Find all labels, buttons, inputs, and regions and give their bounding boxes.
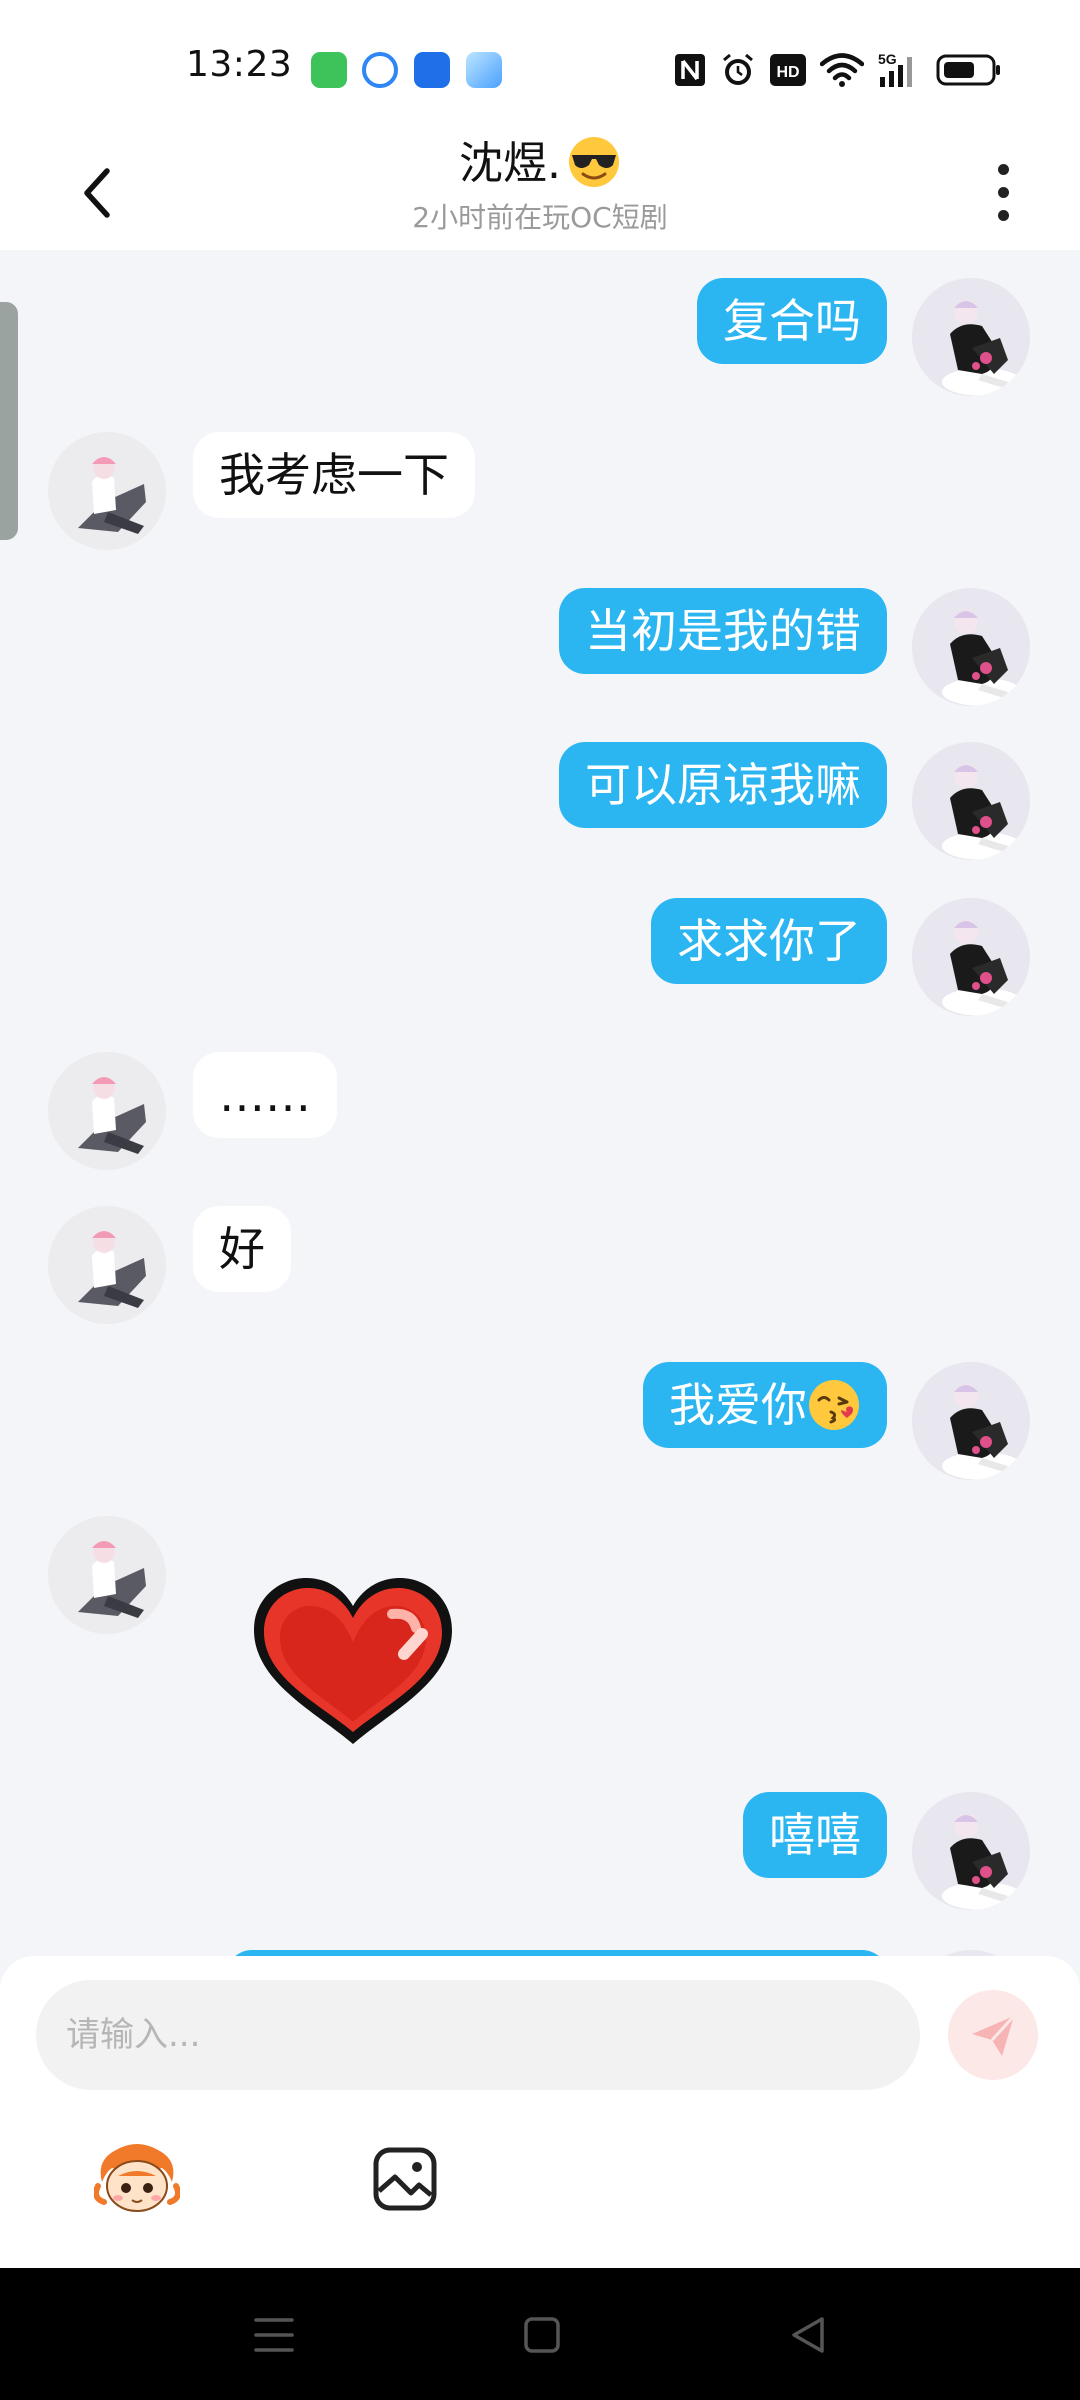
status-bar: 13:23 HD 5G (0, 0, 1080, 130)
travel-app-icon (466, 52, 502, 88)
contact-avatar[interactable] (48, 432, 166, 550)
menu-lines-icon (254, 2318, 294, 2352)
hd-label: HD (776, 64, 799, 81)
5g-signal-icon: 5G (878, 51, 912, 87)
contact-avatar[interactable] (48, 1516, 166, 1634)
more-dot (997, 163, 1009, 175)
my-avatar[interactable] (912, 1362, 1030, 1480)
my-avatar[interactable] (912, 1792, 1030, 1910)
paper-plane-icon (972, 2014, 1016, 2056)
message-bubble-outgoing[interactable]: 求求你了 (651, 898, 887, 984)
more-dot (997, 209, 1009, 221)
message-bubble-outgoing[interactable]: 嘻嘻 (743, 1792, 887, 1878)
message-bubble-incoming[interactable]: 好 (193, 1206, 291, 1292)
status-time: 13:23 (186, 44, 293, 85)
status-icons: HD 5G (674, 48, 1002, 92)
system-navigation-bar (0, 2268, 1080, 2400)
scroll-handle[interactable] (0, 302, 18, 540)
message-bubble-outgoing[interactable]: 可以原谅我嘛 (559, 742, 887, 828)
network-label: 5G (878, 51, 897, 67)
recent-apps-button[interactable] (244, 2308, 304, 2362)
messages-icon (311, 52, 347, 88)
message-bubble-outgoing[interactable]: 当初是我的错 (559, 588, 887, 674)
contact-avatar[interactable] (48, 1052, 166, 1170)
message-input[interactable] (36, 1980, 920, 2090)
message-bubble-incoming[interactable]: …… (193, 1052, 337, 1138)
nfc-icon (675, 54, 705, 86)
hd-icon: HD (770, 54, 806, 86)
chat-subtitle: 2小时前在玩OC短剧 (412, 201, 668, 234)
message-bubble-outgoing[interactable]: 复合吗 (697, 278, 887, 364)
more-options-button[interactable] (978, 152, 1028, 232)
square-home-icon (524, 2317, 560, 2353)
red-heart-sticker[interactable] (246, 1572, 460, 1754)
cartoon-face-icon (94, 2144, 180, 2212)
home-button[interactable] (512, 2308, 572, 2362)
chat-header: 沈煜. 2小时前在玩OC短剧 (0, 130, 1080, 250)
tencent-map-icon (362, 52, 398, 88)
message-text: 我爱你 (669, 1378, 807, 1432)
image-picker-button[interactable] (360, 2134, 450, 2224)
message-bubble-incoming[interactable]: 我考虑一下 (193, 432, 475, 518)
contact-avatar[interactable] (48, 1206, 166, 1324)
message-bubble-outgoing[interactable]: 我爱你 (643, 1362, 887, 1448)
more-dot (997, 186, 1009, 198)
messenger-app-icon (414, 52, 450, 88)
my-avatar[interactable] (912, 742, 1030, 860)
image-icon (373, 2147, 437, 2211)
system-back-button[interactable] (778, 2308, 838, 2362)
my-avatar[interactable] (912, 588, 1030, 706)
kissing-face-icon (809, 1379, 859, 1430)
input-panel (0, 1956, 1080, 2268)
chat-title-text: 沈煜. (459, 138, 561, 189)
send-button[interactable] (948, 1990, 1038, 2080)
title-block: 沈煜. 2小时前在玩OC短剧 (0, 130, 1080, 236)
battery-icon (936, 54, 1000, 86)
triangle-back-icon (792, 2317, 824, 2353)
smiling-face-with-sunglasses-icon (569, 137, 619, 187)
emoji-sticker-button[interactable] (92, 2134, 182, 2224)
alarm-icon (723, 53, 753, 85)
my-avatar[interactable] (912, 898, 1030, 1016)
chat-title[interactable]: 沈煜. (459, 134, 621, 194)
wifi-icon (820, 53, 864, 87)
my-avatar[interactable] (912, 278, 1030, 396)
